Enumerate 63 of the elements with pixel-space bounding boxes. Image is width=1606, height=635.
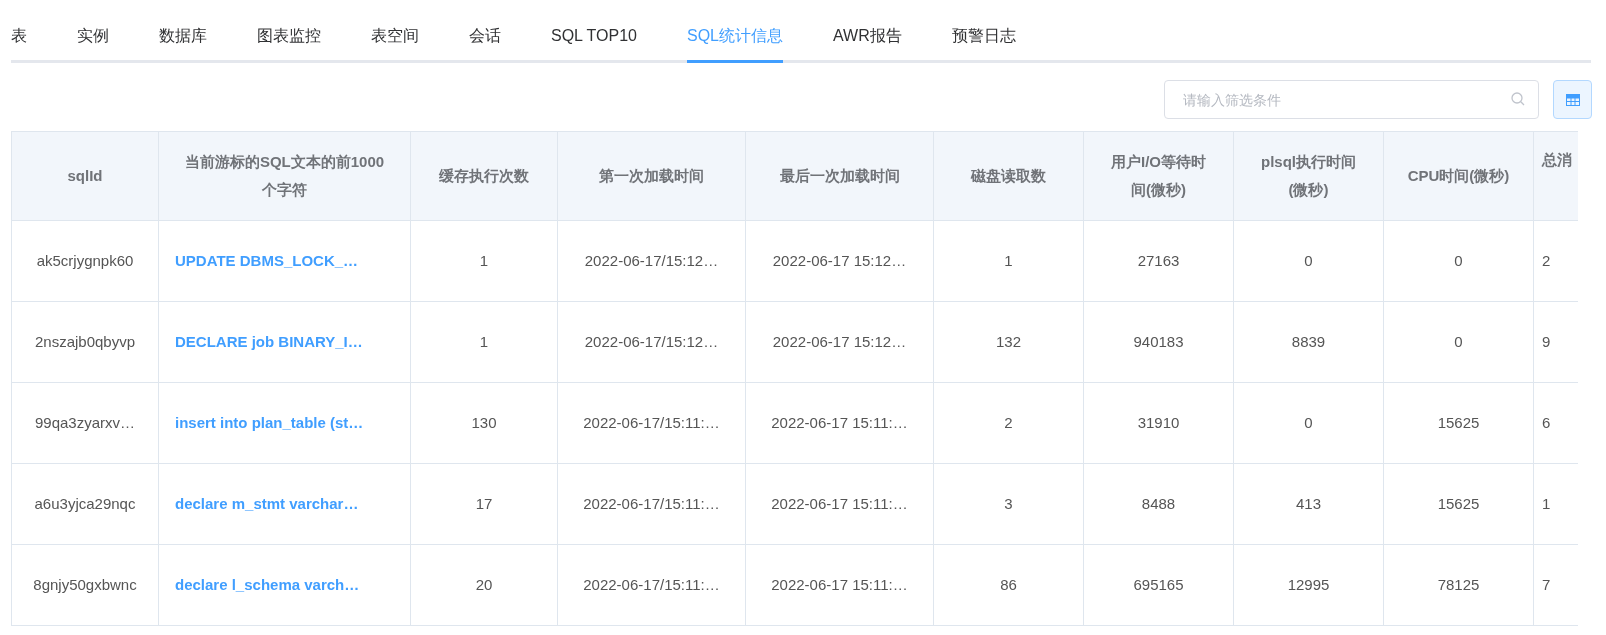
table-cell: 31910 (1083, 382, 1234, 464)
table-cell: 15625 (1383, 382, 1534, 464)
table-cell: 2022-06-17/15:11:… (557, 544, 746, 626)
column-header: 当前游标的SQL文本的前1000个字符 (158, 131, 411, 221)
table-cell: 2022-06-17/15:12… (557, 220, 746, 302)
table-cell: 2022-06-17/15:11:… (557, 463, 746, 545)
table-cell: 8gnjy50gxbwnc (11, 544, 159, 626)
table-cell: 2022-06-17 15:12… (745, 301, 934, 383)
table-cell: 413 (1233, 463, 1384, 545)
table-view-button[interactable] (1553, 80, 1592, 119)
table-cell: 3 (933, 463, 1084, 545)
tab[interactable]: AWR报告 (833, 24, 902, 63)
table-cell: 1 (410, 301, 558, 383)
table-cell: 15625 (1383, 463, 1534, 545)
table-cell: 0 (1383, 301, 1534, 383)
column-header: 第一次加载时间 (557, 131, 746, 221)
tab[interactable]: 预警日志 (951, 24, 1016, 63)
table-cell: 940183 (1083, 301, 1234, 383)
tab[interactable]: 表 (11, 24, 27, 63)
table-cell: 1 (410, 220, 558, 302)
table-cell: 27163 (1083, 220, 1234, 302)
table-cell: 86 (933, 544, 1084, 626)
column-header: 最后一次加载时间 (745, 131, 934, 221)
table-cell: 8488 (1083, 463, 1234, 545)
table-cell: 2022-06-17 15:11:… (745, 382, 934, 464)
table-cell: 17 (410, 463, 558, 545)
tab[interactable]: 图表监控 (257, 24, 321, 63)
table-cell: 8839 (1233, 301, 1384, 383)
table-icon (1565, 93, 1580, 106)
table-cell: 2022-06-17 15:12… (745, 220, 934, 302)
table-cell: 695165 (1083, 544, 1234, 626)
table-cell: 99qa3zyarxv… (11, 382, 159, 464)
tab[interactable]: 数据库 (159, 24, 207, 63)
tab[interactable]: 会话 (469, 24, 501, 63)
table-cell: 1 (933, 220, 1084, 302)
column-header: 用户I/O等待时间(微秒) (1083, 131, 1234, 221)
table-cell: 2 (933, 382, 1084, 464)
column-header: 总消 (1533, 131, 1578, 221)
search-icon (1511, 92, 1525, 106)
table-cell: 2022-06-17/15:11:… (557, 382, 746, 464)
table-cell: ak5crjygnpk60 (11, 220, 159, 302)
table-cell: 2nszajb0qbyvp (11, 301, 159, 383)
table-cell: 2022-06-17 15:11:… (745, 463, 934, 545)
table-cell: 78125 (1383, 544, 1534, 626)
table-cell: 130 (410, 382, 558, 464)
tab[interactable]: 表空间 (371, 24, 419, 63)
tab[interactable]: 实例 (77, 24, 109, 63)
column-header: plsql执行时间(微秒) (1233, 131, 1384, 221)
table-cell: a6u3yjca29nqc (11, 463, 159, 545)
table-cell: 20 (410, 544, 558, 626)
search-field[interactable]: 请输入筛选条件 (1164, 80, 1539, 119)
tab[interactable]: SQL TOP10 (551, 24, 637, 63)
table-cell: 2022-06-17 15:11:… (745, 544, 934, 626)
table-cell: 12995 (1233, 544, 1384, 626)
column-header: 缓存执行次数 (410, 131, 558, 221)
table-cell: 0 (1233, 220, 1384, 302)
table-cell: 132 (933, 301, 1084, 383)
table-cell: 0 (1383, 220, 1534, 302)
column-header: 磁盘读取数 (933, 131, 1084, 221)
table-cell: 0 (1233, 382, 1384, 464)
column-header: CPU时间(微秒) (1383, 131, 1534, 221)
column-header: sqlId (11, 131, 159, 221)
table-cell: 2022-06-17/15:12… (557, 301, 746, 383)
